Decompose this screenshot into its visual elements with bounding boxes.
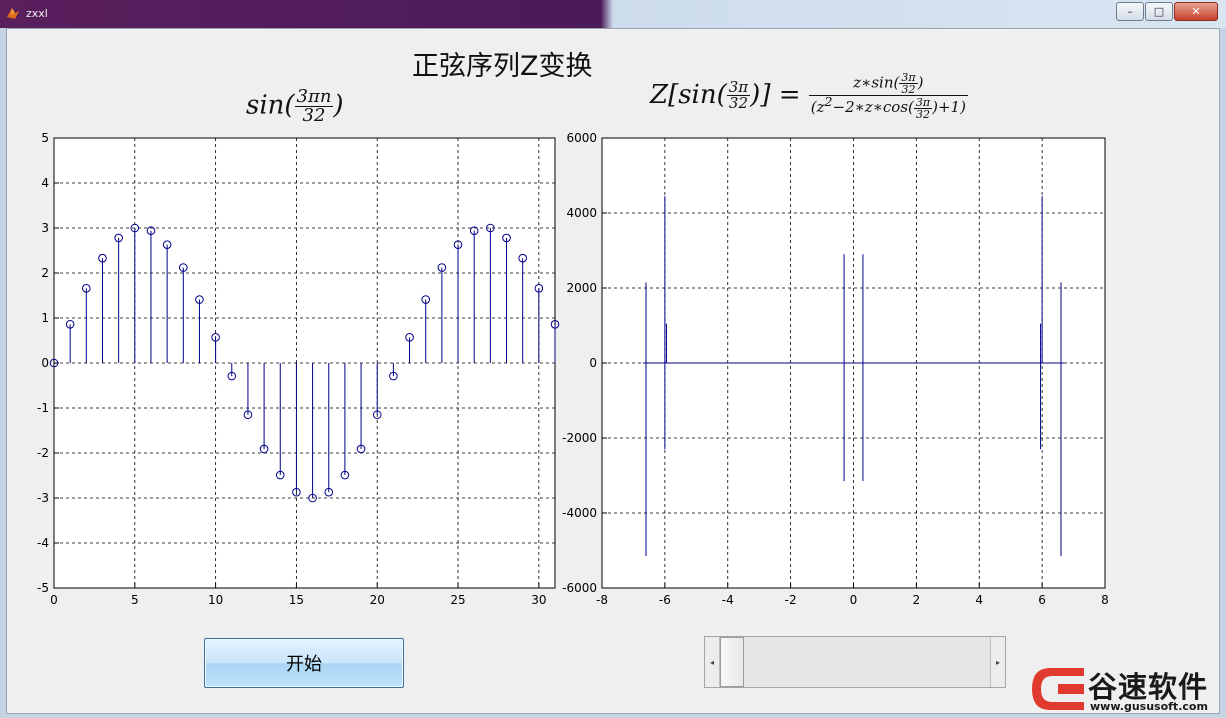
rhs-den-inner-den: 32 <box>916 107 930 121</box>
slider-thumb[interactable] <box>720 637 744 687</box>
x-tick-label: 8 <box>1101 593 1109 606</box>
x-tick-label: 30 <box>531 593 546 606</box>
y-tick-label: -5 <box>37 581 49 595</box>
x-tick-label: 0 <box>850 593 858 606</box>
slider-left-arrow[interactable]: ◂ <box>705 637 720 687</box>
right-eq-rhs-numerator: z∗sin(3π 32) <box>808 72 968 96</box>
y-tick-label: 0 <box>589 356 597 370</box>
minimize-button[interactable]: – <box>1116 2 1144 21</box>
y-tick-label: 4000 <box>566 206 597 220</box>
x-tick-label: 2 <box>913 593 921 606</box>
right-eq-lhs-prefix: Z[sin( <box>650 79 727 110</box>
left-plot-equation: sin(3πn 32) <box>246 88 344 125</box>
y-tick-label: 1 <box>41 311 49 325</box>
y-tick-label: -4 <box>37 536 49 550</box>
y-tick-label: 0 <box>41 356 49 370</box>
x-tick-label: 10 <box>208 593 223 606</box>
right-eq-lhs-den: 32 <box>728 94 749 113</box>
watermark-url: www.gususoft.com <box>1090 700 1208 713</box>
y-tick-label: 5 <box>41 131 49 145</box>
matlab-icon <box>7 8 19 19</box>
rhs-num-prefix: z∗sin( <box>853 73 900 92</box>
y-tick-label: -1 <box>37 401 49 415</box>
rhs-den-exponent: 2 <box>824 94 833 109</box>
x-tick-label: 5 <box>131 593 139 606</box>
y-tick-label: -6000 <box>562 581 597 595</box>
start-button[interactable]: 开始 <box>204 638 404 688</box>
y-tick-label: -4000 <box>562 506 597 520</box>
window-title: zxxl <box>26 7 48 20</box>
stem-plot: 0 5 10 15 20 25 30543210-1-2-3-4-5 <box>37 131 560 606</box>
rhs-den-prefix: (z <box>810 98 825 116</box>
x-tick-label: -2 <box>785 593 797 606</box>
rhs-den-suffix: )+1) <box>932 98 966 116</box>
rhs-den-inner-fraction: 3π 32 <box>913 95 933 121</box>
right-eq-rhs-denominator: (z2−2∗z∗cos(3π 32)+1) <box>809 94 968 121</box>
x-tick-label: 20 <box>370 593 385 606</box>
y-tick-label: 6000 <box>566 131 597 145</box>
y-tick-label: 2000 <box>566 281 597 295</box>
right-plot-equation: Z[sin(3π 32)] = z∗sin(3π 32) (z2−2∗z∗cos(3… <box>650 72 968 120</box>
y-tick-label: 4 <box>41 176 49 190</box>
x-tick-label: -6 <box>659 593 671 606</box>
right-eq-lhs-fraction: 3π 32 <box>726 80 751 113</box>
left-eq-suffix: ) <box>333 90 344 121</box>
rhs-num-inner-fraction: 3π 32 <box>899 72 918 96</box>
right-eq-rhs-fraction: z∗sin(3π 32) (z2−2∗z∗cos(3π 32)+1) <box>808 72 968 121</box>
right-eq-lhs-suffix: )] = <box>750 79 801 110</box>
plot-area <box>54 138 555 588</box>
x-tick-label: 6 <box>1038 593 1046 606</box>
x-tick-label: 4 <box>975 593 983 606</box>
x-tick-label: 0 <box>50 593 58 606</box>
x-tick-label: 15 <box>289 593 304 606</box>
title-bar[interactable]: zxxl – □ ✕ <box>0 0 1226 28</box>
rhs-den-mid: −2∗z∗cos( <box>832 98 914 116</box>
rhs-num-inner-den: 32 <box>901 83 916 96</box>
left-eq-prefix: sin( <box>246 90 295 121</box>
left-eq-denominator: 32 <box>302 105 326 126</box>
z-transform-plot: -8 -6 -4 -2 0 2 4 6 8 6000 4000 2000 0 -2000 -4000 -600… <box>562 131 1109 606</box>
left-eq-fraction: 3πn 32 <box>294 88 334 126</box>
y-tick-label: -3 <box>37 491 49 505</box>
rhs-num-suffix: ) <box>917 73 924 92</box>
horizontal-slider[interactable]: ◂ ▸ <box>704 636 1006 688</box>
figure-title: 正弦序列Z变换 <box>412 51 593 82</box>
rhs-den-inner-num: 3π <box>913 95 933 109</box>
x-tick-label: -4 <box>722 593 734 606</box>
app-window: zxxl – □ ✕ 正弦序列Z变换 sin(3πn 32) Z[sin(3π 32… <box>0 0 1226 718</box>
close-button[interactable]: ✕ <box>1174 2 1218 21</box>
y-tick-label: 3 <box>41 221 49 235</box>
slider-right-arrow[interactable]: ▸ <box>990 637 1005 687</box>
maximize-button[interactable]: □ <box>1145 2 1173 21</box>
y-tick-label: -2 <box>37 446 49 460</box>
y-tick-label: -2000 <box>562 431 597 445</box>
x-tick-label: -8 <box>596 593 608 606</box>
window-controls: – □ ✕ <box>1115 2 1218 21</box>
x-tick-label: 25 <box>450 593 465 606</box>
y-tick-label: 2 <box>41 266 49 280</box>
